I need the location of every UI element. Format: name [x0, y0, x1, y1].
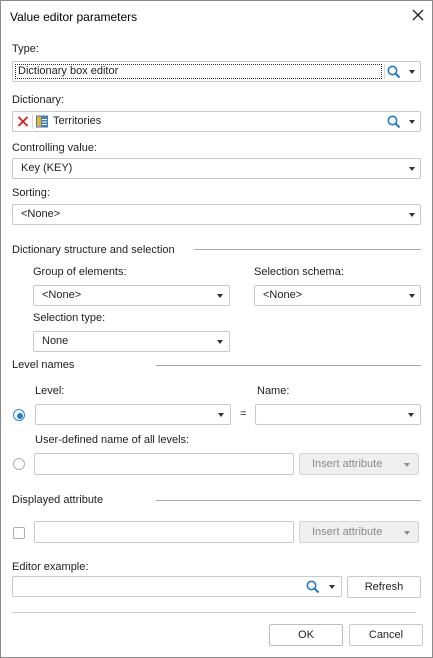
chevron-down-icon — [409, 120, 415, 124]
displayed-attribute-input[interactable] — [34, 521, 294, 543]
structure-divider — [194, 249, 421, 250]
type-search-button[interactable] — [386, 64, 402, 80]
ok-button[interactable]: OK — [269, 624, 343, 646]
chevron-down-icon — [409, 167, 415, 171]
type-separator — [384, 64, 385, 79]
chevron-down-icon — [329, 585, 335, 589]
sorting-value: <None> — [21, 208, 61, 220]
refresh-button[interactable]: Refresh — [347, 576, 421, 598]
all-levels-label: User-defined name of all levels: — [35, 434, 190, 446]
sorting-select[interactable]: <None> — [12, 204, 421, 225]
levels-divider — [156, 365, 421, 366]
seltype-label: Selection type: — [33, 312, 106, 324]
schema-value: <None> — [263, 289, 303, 301]
dictionary-search-button[interactable] — [386, 114, 402, 130]
displayed-attribute-checkbox[interactable] — [13, 527, 25, 539]
chevron-down-icon — [404, 531, 410, 535]
clear-x-icon — [17, 116, 29, 127]
controlling-value: Key (KEY) — [21, 162, 73, 174]
dictionary-separator — [32, 114, 33, 129]
group-select[interactable]: <None> — [33, 285, 230, 306]
specific-level-radio[interactable] — [13, 409, 25, 421]
dialog-title: Value editor parameters — [10, 10, 138, 24]
dictionary-label: Dictionary: — [12, 94, 64, 106]
sorting-label: Sorting: — [12, 187, 50, 199]
controlling-value-select[interactable]: Key (KEY) — [12, 158, 421, 179]
dictionary-value: Territories — [53, 115, 102, 127]
levels-insert-attribute-button[interactable]: Insert attribute — [299, 453, 419, 475]
all-levels-input[interactable] — [34, 453, 294, 475]
clear-dictionary-button[interactable] — [16, 114, 30, 129]
close-icon — [412, 9, 424, 21]
type-dropdown-button[interactable] — [404, 62, 420, 81]
close-button[interactable] — [410, 7, 426, 23]
example-label: Editor example: — [12, 561, 89, 573]
chevron-down-icon — [404, 463, 410, 467]
dictionary-field[interactable]: Territories — [12, 111, 421, 132]
chevron-down-icon — [408, 413, 414, 417]
schema-select[interactable]: <None> — [254, 285, 421, 306]
level-select[interactable] — [35, 404, 231, 425]
example-dropdown-button[interactable] — [324, 577, 340, 596]
search-icon — [306, 580, 320, 594]
search-icon — [387, 65, 401, 79]
name-label: Name: — [257, 385, 290, 397]
chevron-down-icon — [409, 294, 415, 298]
structure-heading: Dictionary structure and selection — [12, 244, 175, 256]
footer-divider — [12, 612, 416, 613]
search-icon — [387, 115, 401, 129]
level-label: Level: — [35, 385, 65, 397]
levels-heading: Level names — [12, 359, 75, 371]
cancel-button[interactable]: Cancel — [349, 624, 423, 646]
chevron-down-icon — [409, 70, 415, 74]
seltype-select[interactable]: None — [33, 331, 230, 352]
displayed-insert-attribute-label: Insert attribute — [312, 526, 383, 538]
example-editor-field[interactable] — [12, 576, 342, 597]
levels-insert-attribute-label: Insert attribute — [312, 458, 383, 470]
seltype-value: None — [42, 335, 69, 347]
type-label: Type: — [12, 43, 39, 55]
level-name-select[interactable] — [255, 404, 421, 425]
controlling-label: Controlling value: — [12, 142, 97, 154]
group-label: Group of elements: — [33, 266, 127, 278]
example-search-button[interactable] — [305, 579, 321, 595]
type-value: Dictionary box editor — [18, 65, 119, 77]
value-editor-parameters-dialog: Value editor parameters Type: Dictionary… — [0, 0, 433, 658]
dictionary-dropdown-button[interactable] — [404, 112, 420, 131]
displayed-insert-attribute-button[interactable]: Insert attribute — [299, 521, 419, 543]
displayed-heading: Displayed attribute — [12, 494, 104, 506]
dictionary-table-icon — [35, 114, 49, 129]
chevron-down-icon — [217, 294, 223, 298]
displayed-divider — [156, 500, 421, 501]
type-field[interactable]: Dictionary box editor — [12, 61, 421, 82]
group-value: <None> — [42, 289, 82, 301]
chevron-down-icon — [409, 213, 415, 217]
chevron-down-icon — [217, 340, 223, 344]
schema-label: Selection schema: — [254, 266, 344, 278]
chevron-down-icon — [218, 413, 224, 417]
all-levels-radio[interactable] — [13, 458, 25, 470]
equals-sign: = — [240, 408, 247, 420]
